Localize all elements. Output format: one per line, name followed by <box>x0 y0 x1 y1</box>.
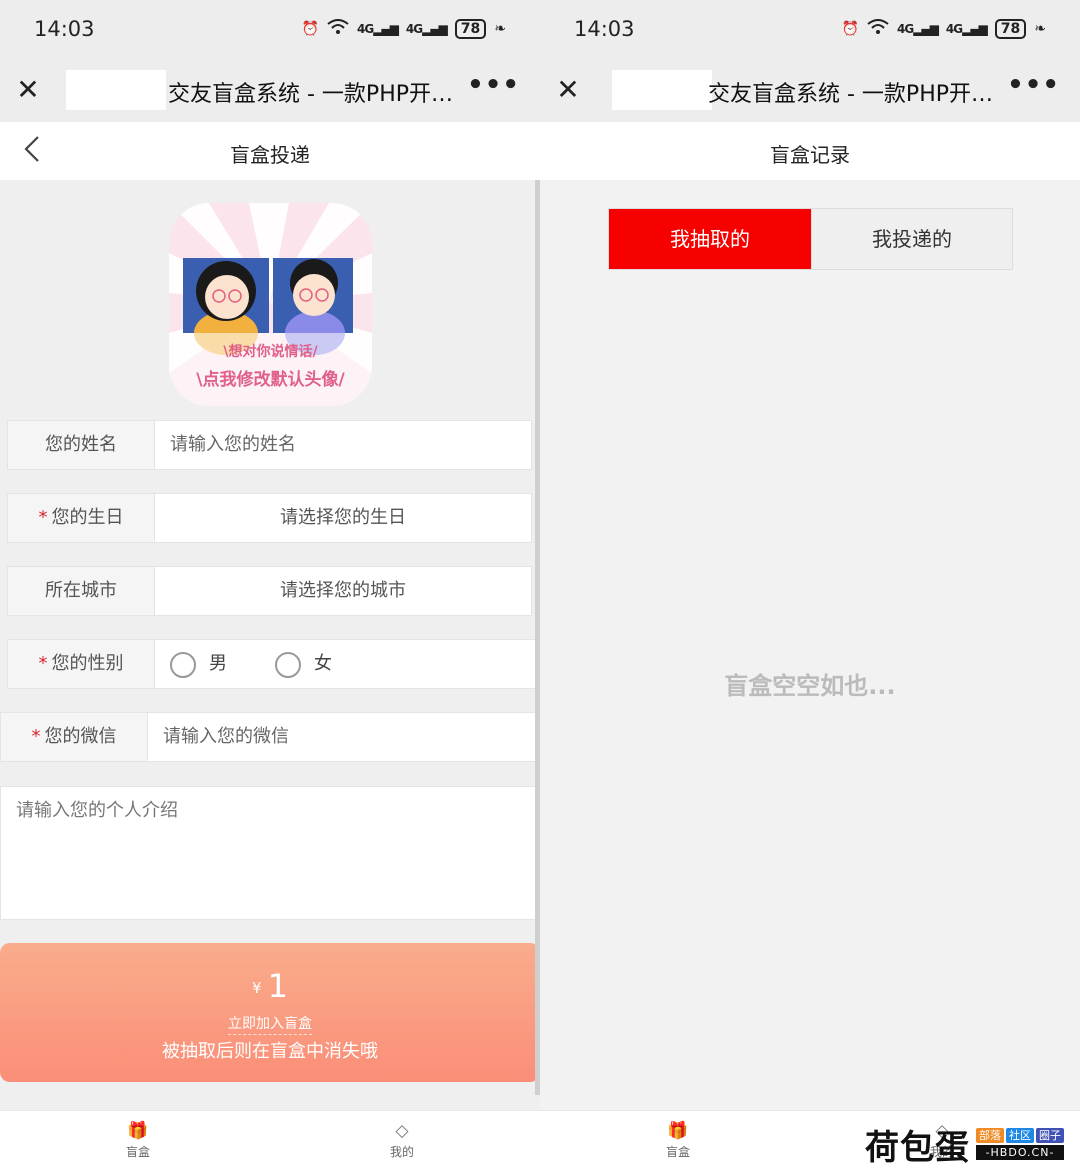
watermark-logo: 荷包蛋 部落 社区 圈子 -HBDO.CN- <box>865 1122 1064 1168</box>
diamond-icon: ◇ <box>395 1121 409 1141</box>
status-bar: 14:03 ⏰ 4G▂▄▆ 4G▂▄▆ 78 ❧ <box>0 0 540 60</box>
intro-placeholder: 请输入您的个人介绍 <box>16 800 178 821</box>
join-blindbox-button[interactable]: ¥1 立即加入盲盒 被抽取后则在盲盒中消失哦 <box>0 943 540 1082</box>
right-screen: 14:03 ⏰ 4G▂▄▆ 4G▂▄▆ 78 ❧ ✕ 交友盲盒系统 - 一款PH… <box>540 0 1080 1170</box>
signal-icon: 4G▂▄▆ <box>357 22 399 36</box>
gift-icon: 🎁 <box>127 1121 149 1141</box>
status-time: 14:03 <box>574 17 635 41</box>
page-header: 盲盒投递 <box>0 122 540 180</box>
status-time: 14:03 <box>34 17 95 41</box>
battery-icon: 78 <box>454 19 487 39</box>
watermark-tag: 部落 <box>976 1128 1004 1143</box>
gift-icon: 🎁 <box>667 1121 689 1141</box>
city-row: 所在城市 请选择您的城市 <box>7 566 532 616</box>
watermark-url: -HBDO.CN- <box>976 1145 1064 1160</box>
left-screen: 14:03 ⏰ 4G▂▄▆ 4G▂▄▆ 78 ❧ ✕ 交友盲盒系统 - 一款PH… <box>0 0 540 1170</box>
gender-male-label[interactable]: 男 <box>209 640 227 688</box>
wechat-input[interactable]: 请输入您的微信 <box>163 713 289 761</box>
name-row: 您的姓名 请输入您的姓名 <box>7 420 532 470</box>
birthday-row: * 您的生日 请选择您的生日 <box>7 493 532 543</box>
leaf-icon: ❧ <box>1034 21 1046 37</box>
redacted-area <box>66 70 166 110</box>
browser-bar: ✕ 交友盲盒系统 - 一款PHP开… ••• <box>540 60 1080 122</box>
intro-textarea[interactable]: 请输入您的个人介绍 <box>0 786 536 920</box>
tab-blindbox[interactable]: 🎁 盲盒 <box>638 1121 718 1161</box>
wechat-row: * 您的微信 请输入您的微信 <box>0 712 536 762</box>
name-label: 您的姓名 <box>8 421 155 469</box>
pay-hint: 被抽取后则在盲盒中消失哦 <box>162 1041 378 1062</box>
required-marker: * <box>38 653 48 674</box>
browser-bar: ✕ 交友盲盒系统 - 一款PHP开… ••• <box>0 60 540 122</box>
page-header: 盲盒记录 <box>540 122 1080 180</box>
required-marker: * <box>31 726 41 747</box>
redacted-area <box>612 70 712 110</box>
leaf-icon: ❧ <box>494 21 506 37</box>
more-icon[interactable]: ••• <box>1007 70 1060 100</box>
gender-male-radio[interactable] <box>170 652 196 678</box>
empty-state: 盲盒空空如也... <box>724 672 896 700</box>
signal-icon: 4G▂▄▆ <box>405 22 448 36</box>
close-icon[interactable]: ✕ <box>14 76 42 104</box>
battery-icon: 78 <box>994 19 1027 39</box>
status-bar: 14:03 ⏰ 4G▂▄▆ 4G▂▄▆ 78 ❧ <box>540 0 1080 60</box>
watermark-text: 荷包蛋 <box>865 1127 970 1168</box>
signal-icon: 4G▂▄▆ <box>897 22 939 36</box>
gender-female-radio[interactable] <box>275 652 301 678</box>
close-icon[interactable]: ✕ <box>554 76 582 104</box>
tab-blindbox-label: 盲盒 <box>665 1145 690 1159</box>
alarm-icon: ⏰ <box>301 21 319 37</box>
page-title: 盲盒记录 <box>770 143 850 167</box>
signal-icon: 4G▂▄▆ <box>945 22 988 36</box>
name-input[interactable]: 请输入您的姓名 <box>170 421 296 469</box>
join-label: 立即加入盲盒 <box>228 1016 312 1035</box>
wifi-icon <box>867 19 889 39</box>
tab-mine-label: 我的 <box>389 1145 414 1159</box>
record-tabs: 我抽取的 我投递的 <box>608 208 1013 270</box>
watermark-tag: 社区 <box>1006 1128 1034 1143</box>
city-picker[interactable]: 请选择您的城市 <box>155 567 531 615</box>
tab-blindbox[interactable]: 🎁 盲盒 <box>98 1121 178 1161</box>
birthday-label: 您的生日 <box>51 507 124 528</box>
bottom-tabbar: 🎁 盲盒 ◇ 我的 <box>0 1110 540 1170</box>
gender-female-label[interactable]: 女 <box>314 640 332 688</box>
alarm-icon: ⏰ <box>841 21 859 37</box>
gender-row: * 您的性别 男 女 <box>7 639 535 689</box>
more-icon[interactable]: ••• <box>467 70 520 100</box>
wechat-label: 您的微信 <box>44 726 117 747</box>
city-label: 所在城市 <box>8 567 155 615</box>
gender-label: 您的性别 <box>51 653 124 674</box>
tab-drawn[interactable]: 我抽取的 <box>609 209 811 269</box>
page-title: 盲盒投递 <box>230 143 310 167</box>
price-amount: 1 <box>267 967 288 1005</box>
wifi-icon <box>327 19 349 39</box>
currency-symbol: ¥ <box>252 979 262 997</box>
avatar-upload[interactable]: \想对你说情话/ \点我修改默认头像/ <box>169 203 372 406</box>
avatar-caption-bottom: \点我修改默认头像/ <box>196 370 345 390</box>
avatar-caption-top: \想对你说情话/ <box>223 344 318 360</box>
required-marker: * <box>38 507 48 528</box>
browser-title: 交友盲盒系统 - 一款PHP开… <box>168 82 454 107</box>
browser-title: 交友盲盒系统 - 一款PHP开… <box>708 82 994 107</box>
birthday-picker[interactable]: 请选择您的生日 <box>155 494 531 542</box>
tab-blindbox-label: 盲盒 <box>125 1145 150 1159</box>
tab-mine[interactable]: ◇ 我的 <box>362 1121 442 1161</box>
watermark-tag: 圈子 <box>1036 1128 1064 1143</box>
price: ¥1 <box>0 967 540 1005</box>
tab-delivered[interactable]: 我投递的 <box>811 209 1012 269</box>
